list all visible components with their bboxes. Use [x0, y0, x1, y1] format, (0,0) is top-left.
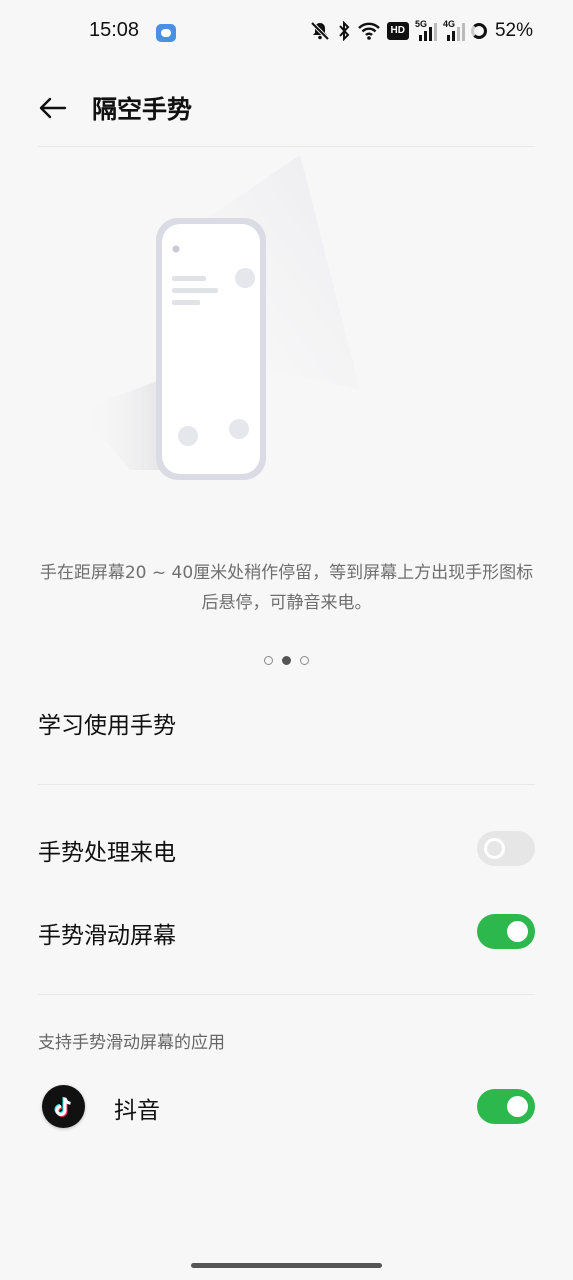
status-icons: HD 5G 4G 52% — [309, 19, 533, 42]
page-title: 隔空手势 — [92, 95, 193, 124]
signal-4g-icon: 4G — [443, 19, 465, 41]
bluetooth-icon — [337, 21, 351, 41]
status-bar: 15:08 HD 5G 4G 52% — [0, 0, 573, 66]
mute-bell-icon — [309, 21, 331, 41]
back-arrow-icon — [39, 97, 67, 119]
gesture-scroll-label: 手势滑动屏幕 — [38, 923, 176, 949]
page-dot-2[interactable] — [282, 656, 291, 665]
notification-app-icon — [156, 24, 176, 42]
tiktok-icon — [42, 1085, 85, 1128]
battery-icon — [470, 23, 487, 39]
home-indicator[interactable] — [191, 1263, 382, 1268]
gesture-illustration — [70, 150, 370, 510]
back-button[interactable] — [34, 90, 70, 126]
page-indicator[interactable] — [0, 656, 573, 665]
toggle-knob — [484, 838, 505, 859]
app-name-douyin: 抖音 — [114, 1098, 160, 1124]
section-divider — [38, 784, 535, 785]
header: 隔空手势 — [0, 72, 573, 144]
page-dot-1[interactable] — [264, 656, 273, 665]
toggle-knob — [507, 921, 528, 942]
hd-voice-badge: HD — [386, 22, 409, 40]
apps-section-header: 支持手势滑动屏幕的应用 — [38, 1033, 225, 1053]
learn-gestures-item[interactable]: 学习使用手势 — [38, 706, 176, 740]
wifi-icon — [357, 21, 381, 41]
status-time: 15:08 — [89, 19, 140, 41]
page-dot-3[interactable] — [300, 656, 309, 665]
toggle-knob — [507, 1096, 528, 1117]
gesture-description: 手在距屏幕20 ~ 40厘米处稍作停留，等到屏幕上方出现手形图标后悬停，可静音来… — [39, 563, 534, 613]
header-divider — [38, 146, 535, 147]
gesture-calls-label: 手势处理来电 — [38, 840, 176, 866]
battery-percentage: 52% — [494, 20, 533, 41]
gesture-scroll-toggle[interactable] — [477, 914, 535, 949]
gesture-calls-toggle[interactable] — [477, 831, 535, 866]
douyin-toggle[interactable] — [477, 1089, 535, 1124]
signal-5g-icon: 5G — [415, 19, 437, 41]
section-divider — [38, 994, 535, 995]
